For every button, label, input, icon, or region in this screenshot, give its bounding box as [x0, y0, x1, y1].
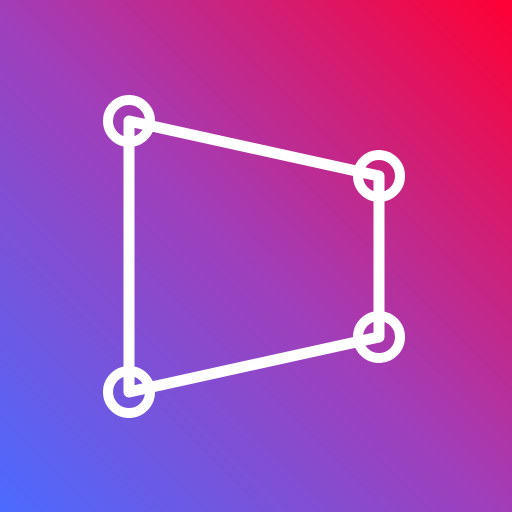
corner-handle-top-left	[103, 95, 155, 147]
perspective-crop-icon	[103, 95, 405, 418]
quad-outline	[123, 115, 385, 398]
corner-handle-bottom-left	[103, 366, 155, 418]
app-icon[interactable]	[0, 0, 512, 512]
corner-handle-bottom-right	[353, 311, 405, 363]
corner-handle-top-right	[353, 150, 405, 202]
